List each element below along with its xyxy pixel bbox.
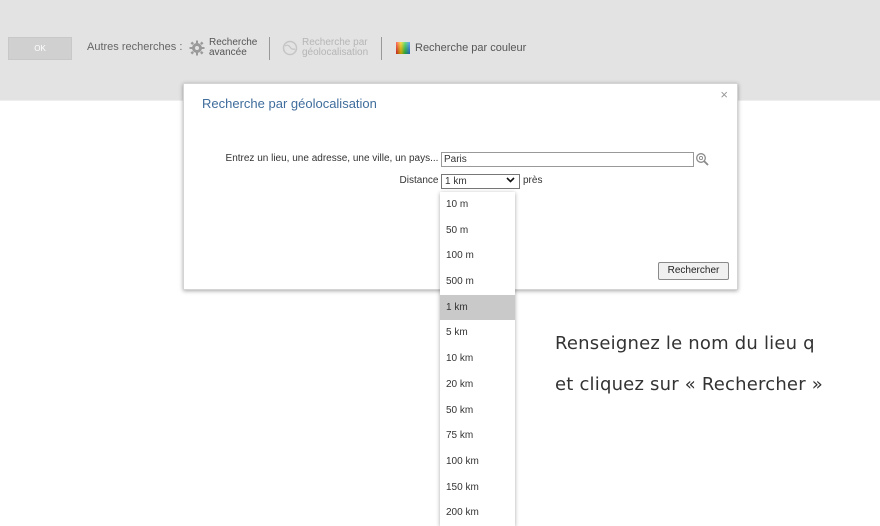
distance-option[interactable]: 10 m xyxy=(440,192,515,218)
place-field-label: Entrez un lieu, une adresse, une ville, … xyxy=(225,153,444,164)
distance-option[interactable]: 100 m xyxy=(440,243,515,269)
ok-button[interactable]: OK xyxy=(8,37,72,60)
distance-option[interactable]: 20 km xyxy=(440,372,515,398)
distance-option[interactable]: 50 m xyxy=(440,218,515,244)
dialog-title: Recherche par géolocalisation xyxy=(202,96,377,111)
distance-option[interactable]: 10 km xyxy=(440,346,515,372)
toolbar-divider xyxy=(381,37,382,60)
close-icon[interactable]: × xyxy=(720,87,728,102)
geolocation-search-line2: géolocalisation xyxy=(302,47,369,58)
gear-icon xyxy=(189,40,205,56)
distance-option[interactable]: 100 km xyxy=(440,449,515,475)
distance-option[interactable]: 5 km xyxy=(440,320,515,346)
other-searches-label: Autres recherches : xyxy=(87,41,183,53)
advanced-search-button[interactable]: Recherche avancée xyxy=(189,35,257,61)
advanced-search-line2: avancée xyxy=(209,47,247,58)
distance-option[interactable]: 75 km xyxy=(440,423,515,449)
distance-selected-value: 1 km xyxy=(445,176,467,187)
instruction-line-1: Renseignez le nom du lieu q xyxy=(555,333,815,354)
globe-icon xyxy=(282,40,298,56)
geolocation-search-button[interactable]: Recherche par géolocalisation xyxy=(282,35,368,61)
distance-label: Distance : xyxy=(399,175,444,186)
search-icon[interactable] xyxy=(695,152,709,166)
distance-options-list: 10 m 50 m 100 m 500 m1 km 5 km 10 km 20 km 50 k… xyxy=(440,192,515,526)
color-search-label: Recherche par couleur xyxy=(415,42,527,54)
color-palette-icon xyxy=(395,40,411,56)
search-button[interactable]: Rechercher xyxy=(658,262,729,280)
distance-option[interactable]: 500 m xyxy=(440,269,515,295)
instruction-line-2: et cliquez sur « Rechercher » xyxy=(555,374,823,395)
chevron-down-icon xyxy=(506,175,515,188)
color-search-button[interactable]: Recherche par couleur xyxy=(395,35,526,61)
distance-option[interactable]: 50 km xyxy=(440,398,515,424)
distance-select[interactable]: 1 km xyxy=(441,174,520,189)
pres-label: près xyxy=(523,175,543,186)
place-input[interactable]: Paris xyxy=(441,152,694,167)
toolbar-divider xyxy=(269,37,270,60)
distance-option[interactable]: 1 km xyxy=(440,294,515,321)
distance-option[interactable]: 200 km xyxy=(440,500,515,526)
distance-option[interactable]: 150 km xyxy=(440,475,515,501)
